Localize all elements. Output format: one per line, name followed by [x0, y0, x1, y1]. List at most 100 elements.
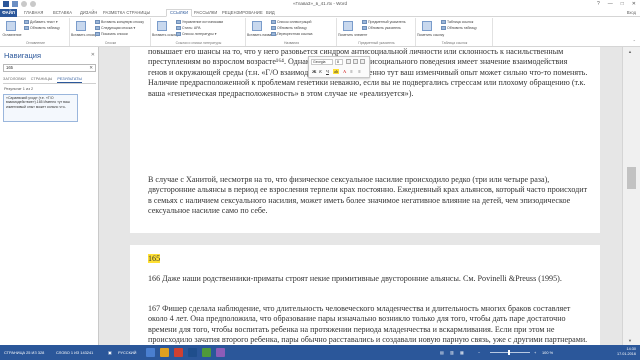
citation-style-select[interactable]: Стиль: APA [176, 26, 201, 30]
mark-entry-icon [343, 21, 353, 31]
minimize-button[interactable]: — [608, 1, 613, 7]
word-taskbar-icon[interactable] [188, 348, 197, 357]
page-indicator[interactable]: СТРАНИЦА 25 ИЗ 328 [4, 350, 44, 355]
add-text-button[interactable]: Добавить текст ▾ [24, 20, 58, 24]
ribbon-tab-bar: ФАЙЛ ГЛАВНАЯ ВСТАВКА ДИЗАЙН РАЗМЕТКА СТР… [0, 9, 640, 17]
update-toc-button[interactable]: Обновить таблицу [24, 26, 60, 30]
font-select[interactable]: Georgia [311, 59, 333, 65]
title-bar: «Глава3»_в_41.rtx - Word ? — □ ✕ [0, 0, 640, 9]
update-figures-button[interactable]: Обновить таблицу [271, 26, 307, 30]
app-icon[interactable] [202, 348, 211, 357]
zoom-out-icon[interactable]: − [478, 350, 480, 355]
tab-references[interactable]: ССЫЛКИ [166, 9, 193, 17]
citations-group: Вставить ссылку ▾ Управление источниками… [152, 18, 246, 46]
italic-button[interactable]: К [319, 69, 322, 74]
caption-icon [252, 21, 262, 31]
style-icon [176, 26, 181, 30]
search-value: 165 [6, 65, 13, 70]
citation-icon [157, 21, 167, 31]
insert-citation-button[interactable]: Вставить ссылку ▾ [152, 33, 181, 37]
web-layout-icon[interactable]: ▦ [460, 350, 464, 355]
font-size-select[interactable]: 8 [335, 59, 343, 65]
toc-button[interactable]: Оглавление [2, 33, 22, 37]
zoom-level[interactable]: 100 % [542, 350, 553, 355]
tab-mailings[interactable]: РАССЫЛКИ [194, 9, 217, 17]
index-group-label: Предметный указатель [358, 41, 395, 45]
format-painter-icon[interactable] [360, 59, 365, 64]
grow-font-icon[interactable] [346, 59, 351, 64]
clear-search-icon[interactable]: ✕ [89, 65, 93, 71]
bibliography-button[interactable]: Список литературы ▾ [176, 32, 217, 36]
paragraph[interactable]: В случае с Ханитой, несмотря на то, что … [148, 175, 588, 217]
collapse-ribbon-icon[interactable]: ⌃ [633, 39, 636, 44]
vertical-scrollbar[interactable]: ▲ ▼ [622, 47, 640, 345]
close-icon[interactable]: ✕ [91, 52, 95, 58]
mark-citation-icon [422, 21, 432, 31]
captions-group-label: Названия [283, 41, 300, 45]
mark-entry-button[interactable]: Пометить элемент [338, 33, 367, 37]
scroll-down-icon[interactable]: ▼ [628, 338, 632, 343]
search-input[interactable]: 165 ✕ [3, 64, 96, 72]
scrollbar-thumb[interactable] [627, 167, 636, 189]
toc-group: Оглавление Добавить текст ▾ Обновить таб… [2, 18, 70, 46]
sign-in-link[interactable]: Вход [627, 9, 636, 17]
footnote-heading[interactable]: 165 [148, 254, 588, 264]
scroll-up-icon[interactable]: ▲ [628, 49, 632, 54]
zoom-slider[interactable] [490, 352, 530, 353]
authorities-group-label: Таблица ссылок [441, 41, 468, 45]
document-page[interactable]: 165 166 Даже наши родственники-приматы с… [130, 245, 600, 345]
read-mode-icon[interactable]: ▤ [440, 350, 444, 355]
underline-button[interactable]: Ч [326, 69, 329, 74]
tab-page-layout[interactable]: РАЗМЕТКА СТРАНИЦЫ [103, 9, 150, 17]
explorer-icon[interactable] [160, 348, 169, 357]
app-icon[interactable] [216, 348, 225, 357]
insert-endnote-button[interactable]: Вставить концевую сноску [95, 20, 144, 24]
insert-table-of-authorities-button[interactable]: Таблица ссылок [441, 20, 473, 24]
footnote-166[interactable]: 166 Даже наши родственники-приматы строя… [148, 274, 588, 284]
tab-headings[interactable]: ЗАГОЛОВКИ [3, 76, 26, 83]
next-footnote-button[interactable]: Следующая сноска ▾ [95, 26, 135, 30]
numbering-button[interactable]: ≡ [358, 69, 361, 74]
tab-pages[interactable]: СТРАНИЦЫ [31, 76, 53, 83]
tab-home[interactable]: ГЛАВНАЯ [24, 9, 43, 17]
shrink-font-icon[interactable] [353, 59, 358, 64]
insert-footnote-button[interactable]: Вставить сноску [71, 33, 97, 37]
bold-button[interactable]: Ж [312, 69, 316, 74]
insert-index-button[interactable]: Предметный указатель [362, 20, 406, 24]
search-result-item[interactable]: «Сараевский уход» (т.е. «Т/О взаимодейст… [3, 94, 78, 122]
language-indicator[interactable]: РУССКИЙ [118, 350, 136, 355]
toc-icon [6, 21, 16, 31]
manage-sources-button[interactable]: Управление источниками [176, 20, 223, 24]
ribbon: Оглавление Добавить текст ▾ Обновить таб… [0, 17, 640, 47]
maximize-button[interactable]: □ [621, 1, 624, 7]
start-icon[interactable] [146, 348, 155, 357]
show-notes-button[interactable]: Показать сноски [95, 32, 128, 36]
document-canvas[interactable]: повышает его шансы на то, что у него раз… [100, 47, 622, 345]
tab-design[interactable]: ДИЗАЙН [80, 9, 97, 17]
update-authorities-button[interactable]: Обновить таблицу [441, 26, 477, 30]
proofing-icon[interactable]: ▣ [108, 350, 112, 355]
tab-results[interactable]: РЕЗУЛЬТАТЫ [57, 76, 82, 83]
highlight-button[interactable]: ab [333, 69, 340, 74]
browser-icon[interactable] [174, 348, 183, 357]
window-controls: ? — □ ✕ [597, 1, 636, 7]
insert-caption-button[interactable]: Вставить название [247, 33, 277, 37]
close-button[interactable]: ✕ [632, 1, 636, 7]
tab-file[interactable]: ФАЙЛ [0, 9, 17, 17]
tab-insert[interactable]: ВСТАВКА [53, 9, 72, 17]
tab-review[interactable]: РЕЦЕНЗИРОВАНИЕ [222, 9, 263, 17]
tab-view[interactable]: ВИД [266, 9, 275, 17]
table-of-figures-button[interactable]: Список иллюстраций [271, 20, 311, 24]
zoom-in-icon[interactable]: + [534, 350, 536, 355]
bullets-button[interactable]: ≡ [350, 69, 353, 74]
footnote-167[interactable]: 167 Фишер сделала наблюдение, что длител… [148, 304, 588, 345]
update-index-button[interactable]: Обновить указатель [362, 26, 401, 30]
word-count[interactable]: СЛОВО 1 ИЗ 143241 [56, 350, 93, 355]
print-layout-icon[interactable]: ▥ [450, 350, 454, 355]
mark-citation-button[interactable]: Пометить ссылку [417, 33, 444, 37]
font-color-button[interactable]: A [343, 69, 346, 74]
zoom-slider-knob[interactable] [508, 350, 510, 355]
help-button[interactable]: ? [597, 1, 600, 7]
cross-reference-button[interactable]: Перекрестная ссылка [271, 32, 313, 36]
clock: 14:30 17.01.2016 [617, 347, 636, 357]
